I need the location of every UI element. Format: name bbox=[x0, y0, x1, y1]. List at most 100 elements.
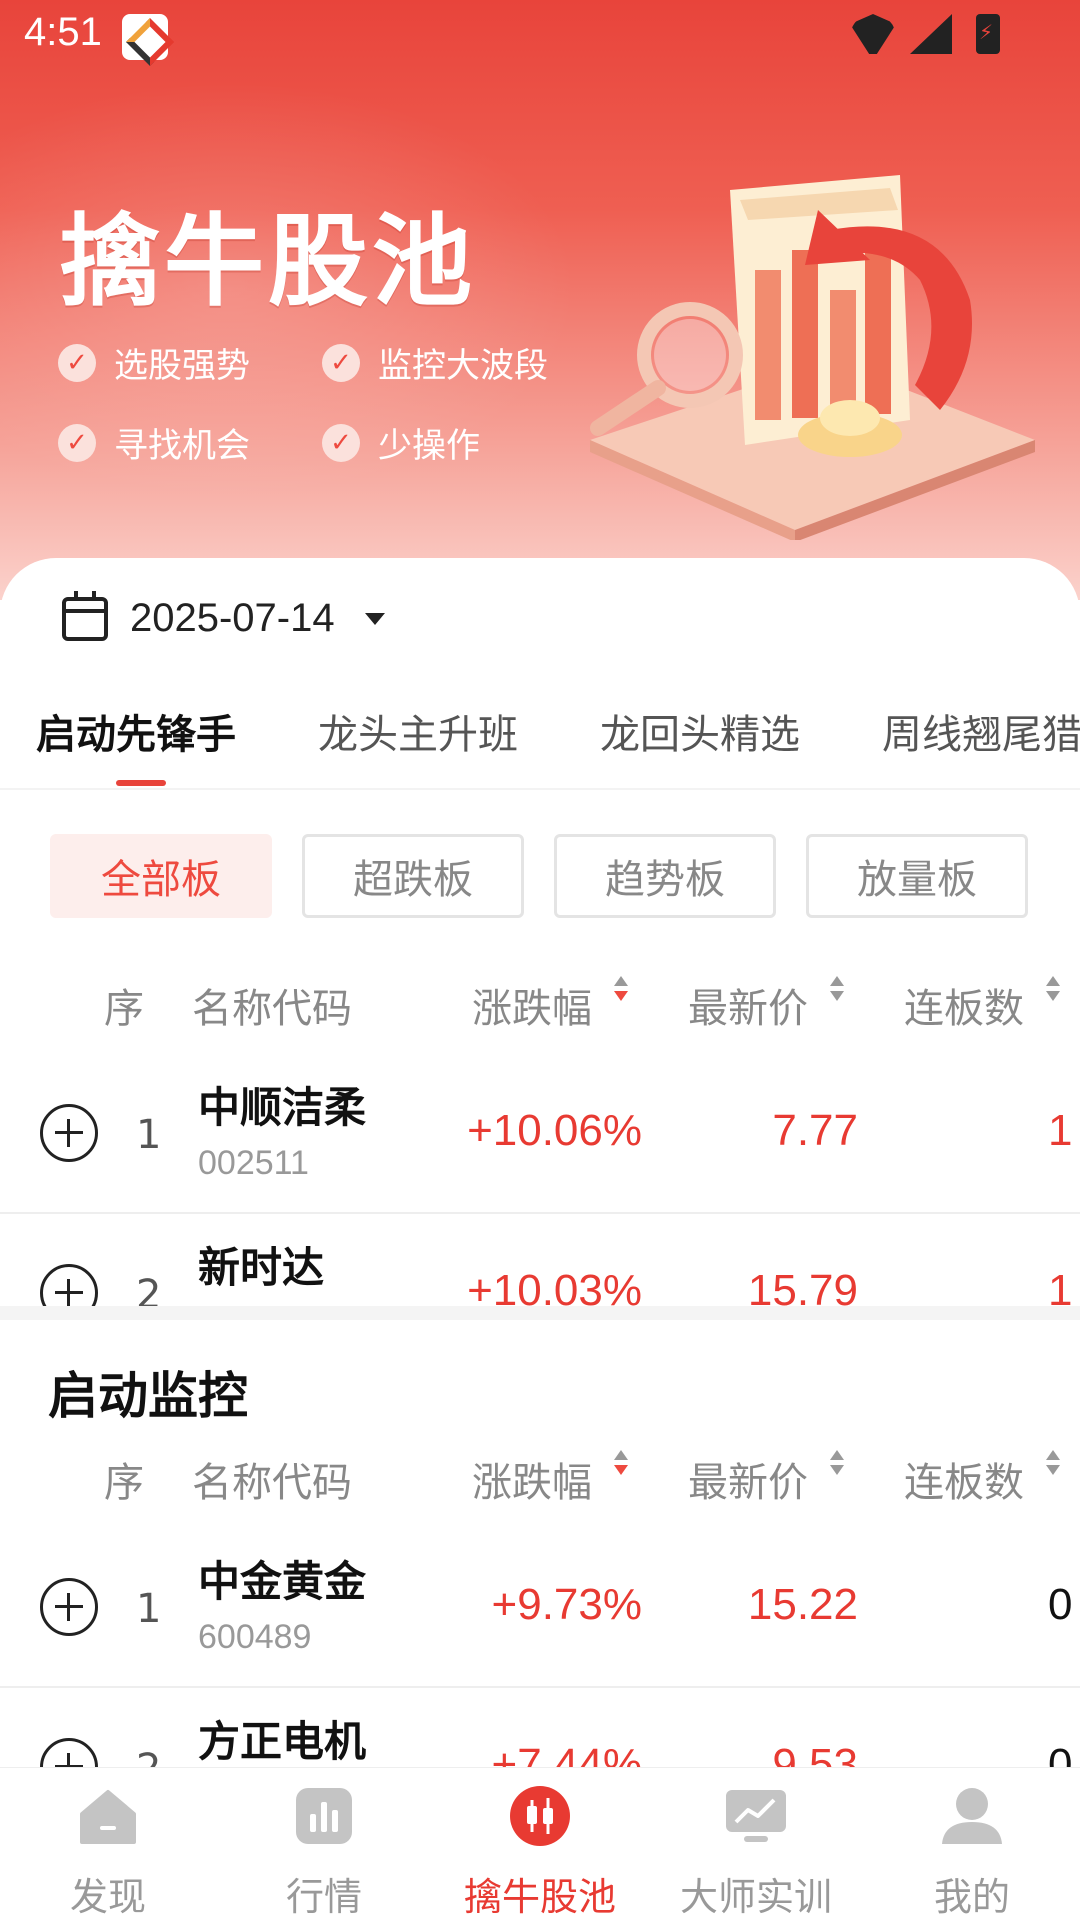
sort-icon[interactable] bbox=[830, 976, 844, 1004]
row-index: 1 bbox=[136, 1586, 162, 1632]
add-watchlist-icon[interactable] bbox=[40, 1578, 98, 1636]
nav-label: 大师实训 bbox=[679, 1875, 832, 1919]
stock-chart-illustration bbox=[590, 175, 1035, 540]
stock-limit-up: 1 bbox=[1048, 1106, 1073, 1155]
feature-item: ✓ 少操作 bbox=[322, 418, 480, 467]
header-change[interactable]: 涨跌幅 bbox=[472, 1450, 592, 1508]
feature-item: ✓ 寻找机会 bbox=[58, 418, 250, 467]
header-price[interactable]: 最新价 bbox=[688, 1450, 808, 1508]
feature-item: ✓ 监控大波段 bbox=[322, 338, 548, 387]
caret-down-icon bbox=[364, 612, 385, 625]
bar-chart-icon bbox=[296, 1788, 352, 1844]
feature-label: 寻找机会 bbox=[114, 426, 250, 466]
table-row[interactable]: 2 新时达 +10.03% 15.79 1 bbox=[0, 1216, 1080, 1306]
user-icon bbox=[942, 1788, 1002, 1844]
table-header: 序 名称代码 涨跌幅 最新价 连板数 bbox=[0, 1450, 1080, 1510]
header-change[interactable]: 涨跌幅 bbox=[472, 976, 592, 1034]
status-icons bbox=[850, 14, 1000, 54]
stock-name: 新时达 bbox=[198, 1243, 325, 1292]
calendar-icon bbox=[62, 590, 108, 641]
nav-label: 行情 bbox=[285, 1875, 362, 1919]
nav-market[interactable]: 行情 bbox=[216, 1768, 432, 1920]
tab-longtou[interactable]: 龙头主升班 bbox=[318, 702, 518, 760]
header-index: 序 bbox=[104, 1460, 144, 1506]
filter-all[interactable]: 全部板 bbox=[50, 834, 272, 918]
feature-label: 选股强势 bbox=[114, 346, 250, 386]
tab-longhuitou[interactable]: 龙回头精选 bbox=[600, 702, 800, 760]
battery-icon bbox=[976, 14, 1000, 54]
hero-title: 擒牛股池 bbox=[60, 203, 476, 320]
tab-zhouxian[interactable]: 周线翘尾猎 bbox=[882, 702, 1080, 760]
stock-name: 中顺洁柔 bbox=[198, 1083, 367, 1132]
stock-code: 002511 bbox=[198, 1144, 309, 1182]
home-icon bbox=[80, 1790, 136, 1844]
trend-board-icon bbox=[726, 1790, 786, 1842]
status-bar: 4:51 bbox=[0, 0, 1080, 72]
stock-code: 600489 bbox=[198, 1618, 312, 1656]
add-watchlist-icon[interactable] bbox=[40, 1738, 98, 1768]
add-watchlist-icon[interactable] bbox=[40, 1264, 98, 1306]
section-divider bbox=[0, 1306, 1080, 1320]
stock-name: 中金黄金 bbox=[198, 1557, 367, 1606]
table-row[interactable]: 1 中金黄金 600489 +9.73% 15.22 0 bbox=[0, 1530, 1080, 1688]
sort-icon[interactable] bbox=[614, 976, 628, 1004]
check-icon: ✓ bbox=[322, 343, 360, 382]
check-icon: ✓ bbox=[58, 343, 96, 382]
stock-change: +10.06% bbox=[467, 1106, 642, 1155]
stock-change: +7.44% bbox=[491, 1740, 642, 1768]
hero-banner: 4:51 擒牛股池 ✓ 选股强势 ✓ 监控大波段 ✓ 寻找机会 ✓ 少操作 bbox=[0, 0, 1080, 600]
bottom-nav: 发现 行情 擒牛股池 大师实训 我的 bbox=[0, 1768, 1080, 1920]
candlestick-icon bbox=[510, 1786, 570, 1846]
filter-volume[interactable]: 放量板 bbox=[806, 834, 1028, 918]
table-header: 序 名称代码 涨跌幅 最新价 连板数 bbox=[0, 976, 1080, 1036]
stock-price: 9.53 bbox=[772, 1740, 858, 1768]
stock-change: +10.03% bbox=[467, 1266, 642, 1306]
feature-item: ✓ 选股强势 bbox=[58, 338, 250, 387]
nav-discover[interactable]: 发现 bbox=[0, 1768, 216, 1920]
stock-price: 7.77 bbox=[772, 1106, 858, 1155]
check-icon: ✓ bbox=[58, 423, 96, 462]
sort-icon[interactable] bbox=[1046, 976, 1060, 1004]
nav-label: 擒牛股池 bbox=[463, 1875, 616, 1919]
header-limit-up[interactable]: 连板数 bbox=[904, 1450, 1024, 1508]
header-index: 序 bbox=[104, 986, 144, 1032]
table-row[interactable]: 2 方正电机 +7.44% 9.53 0 bbox=[0, 1690, 1080, 1768]
row-index: 2 bbox=[136, 1272, 162, 1306]
strategy-tabs: 启动先锋手 龙头主升班 龙回头精选 周线翘尾猎 bbox=[0, 692, 1080, 790]
status-time: 4:51 bbox=[24, 10, 102, 54]
row-index: 2 bbox=[136, 1746, 161, 1768]
nav-stock-pool[interactable]: 擒牛股池 bbox=[432, 1768, 648, 1920]
stock-limit-up: 0 bbox=[1048, 1580, 1073, 1629]
tab-qidong[interactable]: 启动先锋手 bbox=[36, 702, 236, 760]
sort-icon[interactable] bbox=[830, 1450, 844, 1478]
date-value: 2025-07-14 bbox=[130, 596, 335, 640]
wifi-icon bbox=[850, 14, 896, 54]
header-limit-up[interactable]: 连板数 bbox=[904, 976, 1024, 1034]
check-icon: ✓ bbox=[322, 423, 360, 462]
stock-limit-up: 1 bbox=[1048, 1266, 1073, 1306]
table-row[interactable]: 1 中顺洁柔 002511 +10.06% 7.77 1 bbox=[0, 1056, 1080, 1214]
filter-oversold[interactable]: 超跌板 bbox=[302, 834, 524, 918]
filter-trend[interactable]: 趋势板 bbox=[554, 834, 776, 918]
stock-price: 15.22 bbox=[747, 1580, 858, 1629]
header-name: 名称代码 bbox=[192, 1460, 352, 1506]
date-picker[interactable]: 2025-07-14 bbox=[62, 590, 385, 641]
row-index: 1 bbox=[136, 1112, 162, 1158]
monitor-section-title: 启动监控 bbox=[48, 1367, 248, 1425]
feature-label: 监控大波段 bbox=[378, 346, 548, 386]
header-name: 名称代码 bbox=[192, 986, 352, 1032]
active-tab-indicator bbox=[116, 780, 166, 786]
header-price[interactable]: 最新价 bbox=[688, 976, 808, 1034]
sort-icon[interactable] bbox=[1046, 1450, 1060, 1478]
nav-master-training[interactable]: 大师实训 bbox=[648, 1768, 864, 1920]
stock-name: 方正电机 bbox=[198, 1717, 367, 1766]
add-watchlist-icon[interactable] bbox=[40, 1104, 98, 1162]
stock-price: 15.79 bbox=[747, 1266, 858, 1306]
sort-icon[interactable] bbox=[614, 1450, 628, 1478]
stock-change: +9.73% bbox=[491, 1580, 642, 1629]
nav-profile[interactable]: 我的 bbox=[864, 1768, 1080, 1920]
board-filters: 全部板 超跌板 趋势板 放量板 bbox=[50, 834, 1028, 918]
app-notification-icon bbox=[122, 14, 168, 60]
stock-limit-up: 0 bbox=[1048, 1740, 1073, 1768]
signal-icon bbox=[910, 14, 952, 54]
